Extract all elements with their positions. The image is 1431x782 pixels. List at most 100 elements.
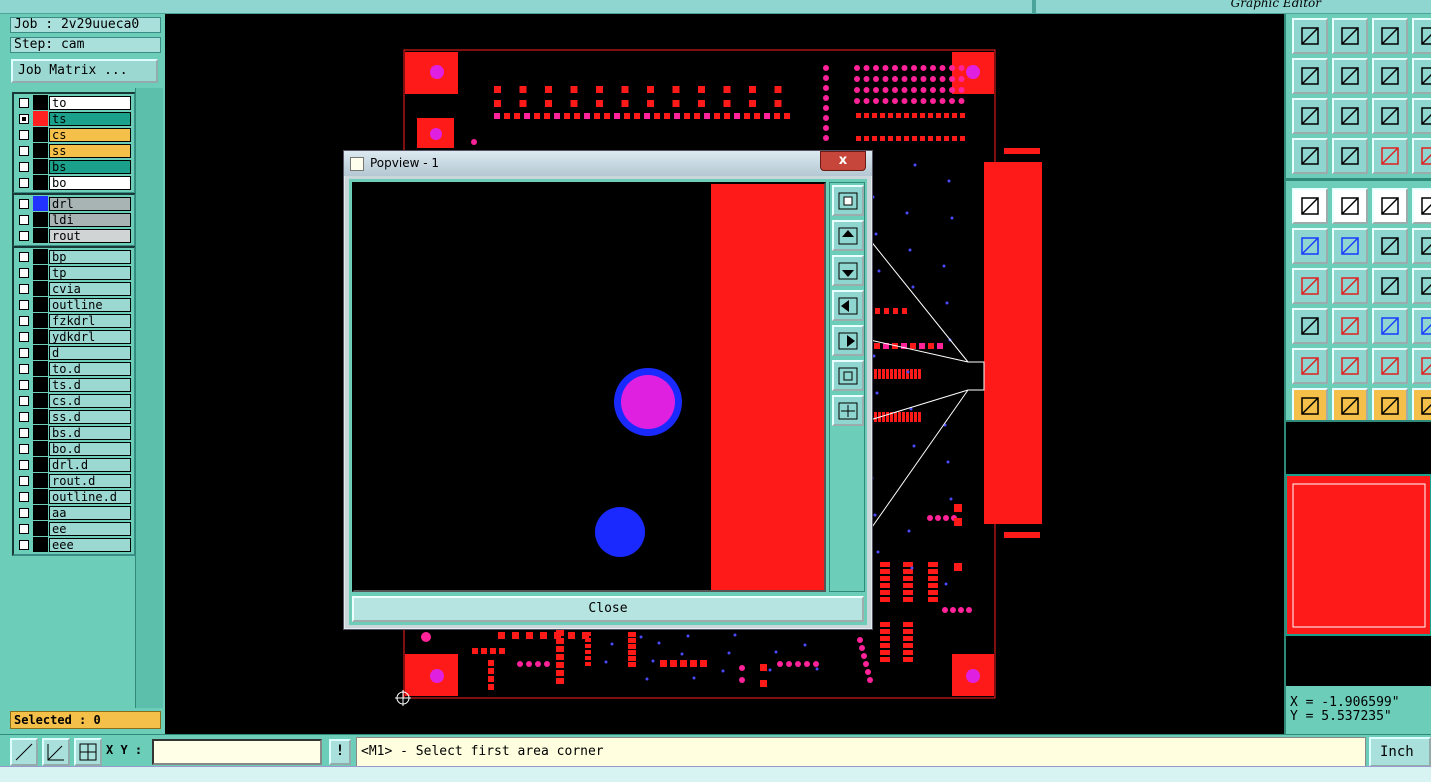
- scale-ratio-button[interactable]: [1372, 98, 1408, 134]
- layer-checkbox[interactable]: [19, 332, 29, 342]
- layer-checkbox[interactable]: [19, 460, 29, 470]
- import-button[interactable]: [1292, 58, 1328, 94]
- layer-checkbox[interactable]: [19, 476, 29, 486]
- layer-name[interactable]: cs.d: [49, 394, 131, 408]
- layer-name[interactable]: rout: [49, 229, 131, 243]
- popview-zoom-fit-button[interactable]: [832, 360, 864, 391]
- layer-row-tp[interactable]: tp: [14, 265, 134, 281]
- layer-row-ydkdrl[interactable]: ydkdrl: [14, 329, 134, 345]
- layer-name[interactable]: bs.d: [49, 426, 131, 440]
- layer-row-rout-d[interactable]: rout.d: [14, 473, 134, 489]
- dimension-button[interactable]: [1372, 308, 1408, 344]
- layer-name[interactable]: outline: [49, 298, 131, 312]
- layer-checkbox[interactable]: [19, 428, 29, 438]
- layer-name[interactable]: bo.d: [49, 442, 131, 456]
- layer-name[interactable]: bo: [49, 176, 131, 190]
- layer-color-swatch[interactable]: [33, 377, 48, 392]
- layer-name[interactable]: ldi: [49, 213, 131, 227]
- minus-button[interactable]: [1332, 308, 1368, 344]
- snap-icon[interactable]: [10, 738, 38, 766]
- layer-name[interactable]: ts.d: [49, 378, 131, 392]
- layer-color-swatch[interactable]: [33, 281, 48, 296]
- layer-checkbox[interactable]: [19, 316, 29, 326]
- layer-name[interactable]: fzkdrl: [49, 314, 131, 328]
- layer-color-swatch[interactable]: [33, 111, 48, 126]
- popview-pan-right-button[interactable]: [832, 325, 864, 356]
- layer-name[interactable]: bp: [49, 250, 131, 264]
- layer-row-bs[interactable]: bs: [14, 159, 134, 175]
- layer-checkbox[interactable]: [19, 215, 29, 225]
- layer-checkbox[interactable]: [19, 412, 29, 422]
- pointer-rot-button[interactable]: [1372, 388, 1408, 424]
- layer-name[interactable]: ee: [49, 522, 131, 536]
- layer-checkbox[interactable]: [19, 444, 29, 454]
- layer-checkbox[interactable]: [19, 178, 29, 188]
- layer-name[interactable]: eee: [49, 538, 131, 552]
- layer-checkbox[interactable]: [19, 130, 29, 140]
- popview-zoom-in-button[interactable]: [832, 395, 864, 426]
- layer-row-bo[interactable]: bo: [14, 175, 134, 191]
- layer-name[interactable]: drl: [49, 197, 131, 211]
- shape-button[interactable]: [1412, 308, 1431, 344]
- overview-map[interactable]: [1285, 422, 1431, 686]
- left-panel-scroll[interactable]: [135, 88, 163, 708]
- triangle3-button[interactable]: [1372, 348, 1408, 384]
- layer-color-swatch[interactable]: [33, 297, 48, 312]
- pointer-step-button[interactable]: [1412, 388, 1431, 424]
- layer-color-swatch[interactable]: [33, 127, 48, 142]
- xy-input[interactable]: [152, 739, 322, 765]
- layer-row-ss-d[interactable]: ss.d: [14, 409, 134, 425]
- layer-row-cs[interactable]: cs: [14, 127, 134, 143]
- unit-selector[interactable]: Inch: [1369, 737, 1431, 767]
- layer-name[interactable]: cvia: [49, 282, 131, 296]
- move-button[interactable]: [1292, 308, 1328, 344]
- layer-row-bo-d[interactable]: bo.d: [14, 441, 134, 457]
- layer-row-drl[interactable]: drl: [14, 196, 134, 212]
- triangle-button[interactable]: [1292, 348, 1328, 384]
- job-matrix-button[interactable]: Job Matrix ...: [11, 59, 158, 83]
- layer-row-ee[interactable]: ee: [14, 521, 134, 537]
- layer-name[interactable]: outline.d: [49, 490, 131, 504]
- layer-color-swatch[interactable]: [33, 393, 48, 408]
- layer-row-bs-d[interactable]: bs.d: [14, 425, 134, 441]
- layer-checkbox[interactable]: [19, 114, 29, 124]
- export-button[interactable]: [1332, 58, 1368, 94]
- layer-name[interactable]: aa: [49, 506, 131, 520]
- triangle2-button[interactable]: [1332, 348, 1368, 384]
- layer-checkbox[interactable]: [19, 231, 29, 241]
- layer-checkbox[interactable]: [19, 348, 29, 358]
- layer-color-swatch[interactable]: [33, 249, 48, 264]
- layer-color-swatch[interactable]: [33, 159, 48, 174]
- layer-row-d[interactable]: d: [14, 345, 134, 361]
- draw-line-button[interactable]: [1292, 268, 1328, 304]
- layer-name[interactable]: ydkdrl: [49, 330, 131, 344]
- layer-row-bp[interactable]: bp: [14, 249, 134, 265]
- layer-checkbox[interactable]: [19, 284, 29, 294]
- layer-name[interactable]: d: [49, 346, 131, 360]
- rotate-button[interactable]: [1372, 268, 1408, 304]
- layer-color-swatch[interactable]: [33, 489, 48, 504]
- zoom-center-button[interactable]: [1332, 98, 1368, 134]
- net-button[interactable]: [1372, 138, 1408, 174]
- layer-name[interactable]: drl.d: [49, 458, 131, 472]
- layer-checkbox[interactable]: [19, 396, 29, 406]
- bracket-button[interactable]: [1412, 268, 1431, 304]
- layer-name[interactable]: cs: [49, 128, 131, 142]
- layer-checkbox[interactable]: [19, 508, 29, 518]
- layer-row-to-d[interactable]: to.d: [14, 361, 134, 377]
- layer-color-swatch[interactable]: [33, 473, 48, 488]
- layer-row-aa[interactable]: aa: [14, 505, 134, 521]
- layer-checkbox[interactable]: [19, 364, 29, 374]
- layer-checkbox[interactable]: [19, 98, 29, 108]
- draw-diag-button[interactable]: [1332, 268, 1368, 304]
- layer-row-fzkdrl[interactable]: fzkdrl: [14, 313, 134, 329]
- pointer-button[interactable]: [1292, 388, 1328, 424]
- layer-checkbox[interactable]: [19, 162, 29, 172]
- layer-row-ts[interactable]: ts: [14, 111, 134, 127]
- add-pad-button[interactable]: [1292, 188, 1328, 224]
- layer-row-outline-d[interactable]: outline.d: [14, 489, 134, 505]
- layer-checkbox[interactable]: [19, 492, 29, 502]
- layer-name[interactable]: to.d: [49, 362, 131, 376]
- layer-row-eee[interactable]: eee: [14, 537, 134, 553]
- layer-name[interactable]: ss: [49, 144, 131, 158]
